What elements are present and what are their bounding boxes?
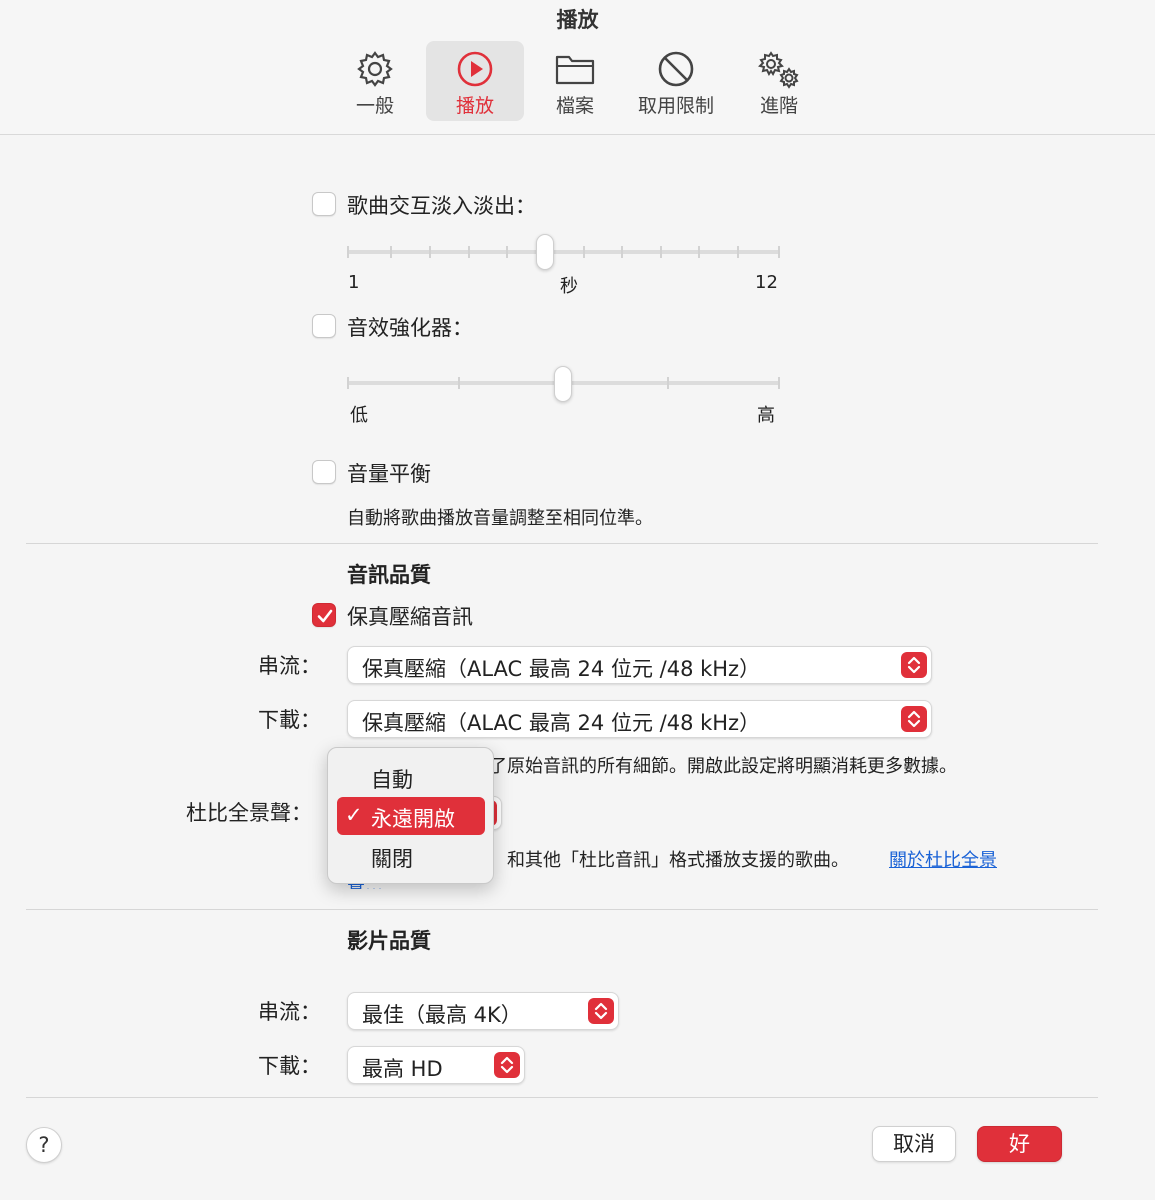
check-icon: ✓ — [345, 803, 363, 827]
menu-item-always-on[interactable]: ✓ 永遠開啟 — [337, 797, 485, 835]
gears-icon — [758, 51, 799, 89]
lossless-checkbox[interactable] — [312, 603, 336, 627]
tab-files[interactable]: 檔案 — [526, 41, 624, 121]
sound-enhancer-max-label: 高 — [757, 405, 775, 426]
tab-advanced-label: 進階 — [759, 95, 798, 117]
folder-icon — [555, 55, 595, 85]
crossfade-checkbox[interactable] — [312, 192, 336, 216]
menu-item-automatic[interactable]: 自動 — [337, 758, 485, 796]
crossfade-min-label: 1 — [348, 272, 360, 293]
divider — [26, 909, 1098, 910]
crossfade-unit-label: 秒 — [560, 276, 578, 297]
window-title: 播放 — [556, 8, 599, 32]
video-quality-heading: 影片品質 — [347, 929, 431, 953]
sound-check-checkbox[interactable] — [312, 460, 336, 484]
video-download-value: 最高 HD — [362, 1057, 443, 1081]
tab-general-label: 一般 — [355, 95, 394, 117]
toolbar: 播放 一般 播放 檔案 取用限制 進階 — [0, 0, 1155, 135]
stepper-icon — [494, 1052, 520, 1078]
crossfade-max-label: 12 — [755, 272, 778, 293]
gear-icon — [357, 51, 393, 87]
video-streaming-select[interactable]: 最佳（最高 4K） — [347, 992, 619, 1030]
audio-streaming-select[interactable]: 保真壓縮（ALAC 最高 24 位元 /48 kHz） — [347, 646, 932, 684]
divider — [26, 543, 1098, 544]
help-button[interactable]: ? — [26, 1127, 62, 1163]
sound-enhancer-checkbox[interactable] — [312, 314, 336, 338]
video-streaming-value: 最佳（最高 4K） — [362, 1003, 522, 1027]
dolby-popup-menu: 自動 ✓ 永遠開啟 關閉 — [327, 747, 494, 884]
audio-download-select[interactable]: 保真壓縮（ALAC 最高 24 位元 /48 kHz） — [347, 700, 932, 738]
ok-button[interactable]: 好 — [977, 1126, 1062, 1162]
video-download-label: 下載： — [258, 1054, 321, 1078]
tab-files-label: 檔案 — [555, 95, 594, 117]
play-circle-icon — [457, 51, 493, 87]
video-download-select[interactable]: 最高 HD — [347, 1046, 525, 1084]
prohibited-icon — [658, 51, 694, 87]
cancel-button[interactable]: 取消 — [872, 1126, 956, 1162]
tab-playback-label: 播放 — [455, 95, 494, 117]
crossfade-slider-knob[interactable] — [536, 234, 554, 270]
dolby-learn-more-link[interactable]: 關於杜比全景 — [889, 846, 997, 872]
audio-download-label: 下載： — [258, 708, 321, 732]
stepper-icon — [901, 652, 927, 678]
tab-playback[interactable]: 播放 — [426, 41, 524, 121]
video-streaming-label: 串流： — [258, 1000, 321, 1024]
audio-download-value: 保真壓縮（ALAC 最高 24 位元 /48 kHz） — [362, 711, 761, 735]
menu-item-off[interactable]: 關閉 — [337, 837, 485, 875]
checkmark-icon — [317, 609, 333, 623]
audio-streaming-value: 保真壓縮（ALAC 最高 24 位元 /48 kHz） — [362, 657, 761, 681]
sound-check-description: 自動將歌曲播放音量調整至相同位準。 — [347, 508, 653, 529]
dolby-label: 杜比全景聲： — [186, 801, 312, 825]
tab-general[interactable]: 一般 — [326, 41, 424, 121]
dolby-note: 和其他「杜比音訊」格式播放支援的歌曲。 — [507, 850, 849, 871]
audio-quality-heading: 音訊品質 — [347, 563, 431, 587]
stepper-icon — [588, 998, 614, 1024]
stepper-icon — [901, 706, 927, 732]
sound-check-label: 音量平衡 — [347, 462, 431, 486]
crossfade-slider-track — [347, 250, 780, 254]
sound-enhancer-min-label: 低 — [350, 405, 368, 426]
tab-restrictions-label: 取用限制 — [637, 95, 714, 117]
lossless-note: 了原始音訊的所有細節。開啟此設定將明顯消耗更多數據。 — [489, 756, 957, 777]
sound-enhancer-label: 音效強化器： — [347, 316, 473, 340]
crossfade-label: 歌曲交互淡入淡出： — [347, 194, 536, 218]
tab-restrictions[interactable]: 取用限制 — [626, 41, 726, 121]
audio-streaming-label: 串流： — [258, 654, 321, 678]
tab-advanced[interactable]: 進階 — [730, 41, 828, 121]
divider — [26, 1097, 1098, 1098]
sound-enhancer-slider-knob[interactable] — [554, 366, 572, 402]
lossless-label: 保真壓縮音訊 — [347, 605, 473, 629]
